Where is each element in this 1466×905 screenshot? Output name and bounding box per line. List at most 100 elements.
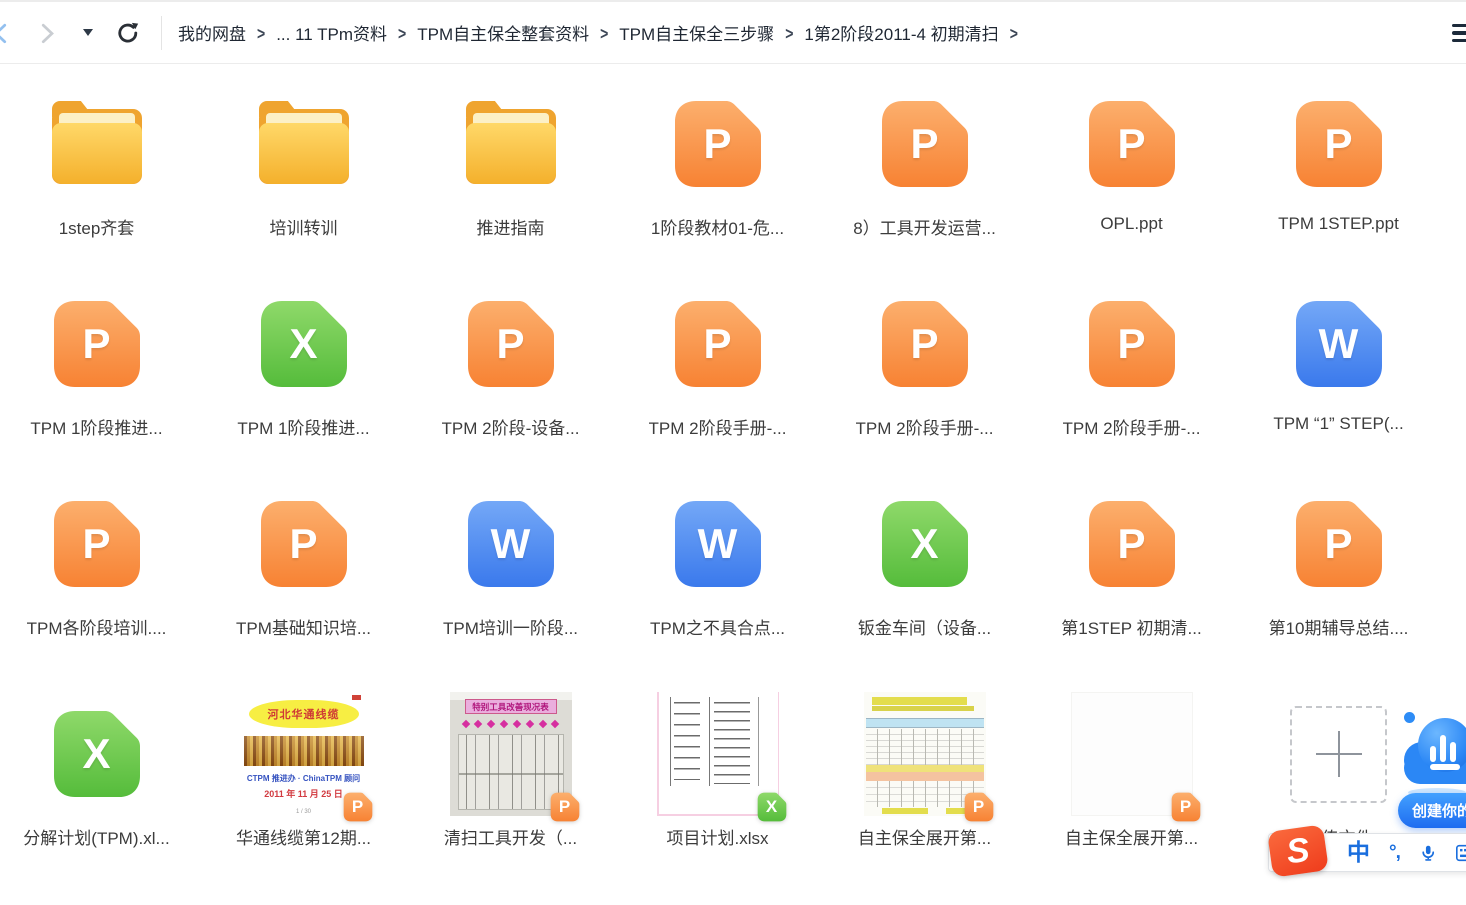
refresh-button[interactable] [115,20,141,46]
file-card[interactable]: 河北华通线缆 CTPM 推进办 · ChinaTPM 顾问 2011 年 11 … [200,690,407,905]
file-card[interactable]: P 第1STEP 初期清... [1028,490,1235,690]
file-grid: 1step齐套 培训转训 推进指南P 1阶段教材01-危...P 8）工具开发运… [0,90,1442,905]
file-label: TPM 2阶段手册-... [649,414,787,439]
ppt-file-icon: P [49,296,145,392]
icon-area: P [463,290,559,398]
photo-banner-text: 特别工具改善现况表 [465,699,557,714]
folder-card[interactable]: 1step齐套 [0,90,200,290]
file-label: TPM基础知识培... [236,614,371,639]
ppt-badge-letter: P [342,791,374,823]
file-card[interactable]: P TPM 2阶段手册-... [1028,290,1235,490]
file-card[interactable]: W TPM之不具合点... [614,490,821,690]
file-card[interactable]: P TPM 1阶段推进... [0,290,200,490]
forward-button[interactable] [35,22,57,44]
ppt-letter: P [1291,96,1387,192]
file-card[interactable]: P TPM基础知识培... [200,490,407,690]
file-card[interactable]: P 自主保全展开第... [821,690,1028,905]
menu-icon[interactable] [1452,24,1466,42]
file-card[interactable]: W TPM “1” STEP(... [1235,290,1442,490]
icon-area: 河北华通线缆 CTPM 推进办 · ChinaTPM 顾问 2011 年 11 … [243,690,365,818]
excel-letter: X [877,496,973,592]
ppt-file-icon: P [463,296,559,392]
back-button[interactable] [0,22,13,44]
history-dropdown-caret[interactable] [83,29,93,36]
file-card[interactable]: X 分解计划(TPM).xl... [0,690,200,905]
file-card[interactable]: P 自主保全展开第... [1028,690,1235,905]
icon-area: P [670,290,766,398]
file-card[interactable]: P TPM 1STEP.ppt [1235,90,1442,290]
ppt-file-icon: P [1084,296,1180,392]
breadcrumb-separator-icon: > [785,23,793,43]
excel-file-icon: X [877,496,973,592]
ppt-letter: P [49,296,145,392]
breadcrumb-item[interactable]: TPM自主保全整套资料 [417,18,589,47]
ppt-file-icon: P [256,496,352,592]
file-card[interactable]: P 1阶段教材01-危... [614,90,821,290]
breadcrumb-item[interactable]: ... 11 TPm资料 [276,18,387,47]
ime-punctuation-toggle[interactable]: °, [1389,843,1400,862]
ppt-badge-icon: P [1170,791,1202,823]
slide-gold-text [244,736,364,766]
ppt-file-icon: P [1084,496,1180,592]
file-card[interactable]: X 钣金车间（设备... [821,490,1028,690]
folder-card[interactable]: 培训转训 [200,90,407,290]
file-label: TPM 2阶段-设备... [442,414,580,439]
word-letter: W [1291,296,1387,392]
folder-card[interactable]: 推进指南 [407,90,614,290]
file-card[interactable]: P TPM各阶段培训.... [0,490,200,690]
file-label: TPM 2阶段手册-... [856,414,994,439]
file-card[interactable]: W TPM培训一阶段... [407,490,614,690]
create-promo-label: 创建你的 [1412,800,1466,821]
icon-area: P [1084,290,1180,398]
file-card[interactable]: P 8）工具开发运营... [821,90,1028,290]
ppt-letter: P [877,296,973,392]
ppt-file-icon: P [1291,496,1387,592]
file-card[interactable]: P 第10期辅导总结.... [1235,490,1442,690]
icon-area: P [1291,490,1387,598]
keyboard-icon[interactable] [1456,843,1466,863]
breadcrumb-item[interactable]: TPM自主保全三步骤 [619,18,774,47]
file-label: TPM 1阶段推进... [30,414,162,439]
icon-area: X [256,290,352,398]
breadcrumb: 我的网盘 > ... 11 TPm资料 > TPM自主保全整套资料 > TPM自主保全三步骤… [178,18,1466,47]
breadcrumb-separator-icon: > [257,23,265,43]
file-card[interactable]: 特别工具改善现况表 P 清扫工具开发（... [407,690,614,905]
icon-area: P [1071,690,1193,818]
file-card[interactable]: P TPM 2阶段-设备... [407,290,614,490]
icon-area [49,90,145,198]
breadcrumb-item[interactable]: 我的网盘 [178,18,246,47]
file-card[interactable]: X 项目计划.xlsx [614,690,821,905]
upload-dropzone[interactable] [1290,706,1387,803]
file-card[interactable]: P TPM 2阶段手册-... [821,290,1028,490]
file-label: 清扫工具开发（... [444,824,577,849]
ppt-file-icon: P [49,496,145,592]
file-card[interactable]: P OPL.ppt [1028,90,1235,290]
create-promo-button[interactable]: 创建你的 [1398,793,1466,828]
sogou-logo-icon[interactable]: S [1267,824,1329,877]
file-label: 项目计划.xlsx [667,824,769,849]
document-thumbnail: X [657,692,779,816]
file-card[interactable]: P TPM 2阶段手册-... [614,290,821,490]
breadcrumb-item[interactable]: 1第2阶段2011-4 初期清扫 [804,18,998,47]
file-label: 培训转训 [270,214,338,239]
excel-letter: X [256,296,352,392]
file-label: TPM各阶段培训.... [27,614,167,639]
ppt-badge-letter: P [963,791,995,823]
sogou-logo-letter: S [1284,830,1312,872]
ppt-letter: P [1084,496,1180,592]
file-label: 第1STEP 初期清... [1061,614,1201,639]
excel-letter: X [49,706,145,802]
ppt-badge-icon: P [342,791,374,823]
file-card[interactable]: X TPM 1阶段推进... [200,290,407,490]
icon-area: W [1291,290,1387,398]
file-label: 分解计划(TPM).xl... [23,824,169,849]
ppt-file-icon: P [877,96,973,192]
ppt-file-icon: P [670,296,766,392]
word-letter: W [463,496,559,592]
icon-area: W [463,490,559,598]
word-file-icon: W [1291,296,1387,392]
excel-file-icon: X [256,296,352,392]
ime-lang-toggle[interactable]: 中 [1347,841,1370,864]
microphone-icon[interactable] [1419,842,1437,864]
breadcrumb-separator-icon: > [398,23,406,43]
